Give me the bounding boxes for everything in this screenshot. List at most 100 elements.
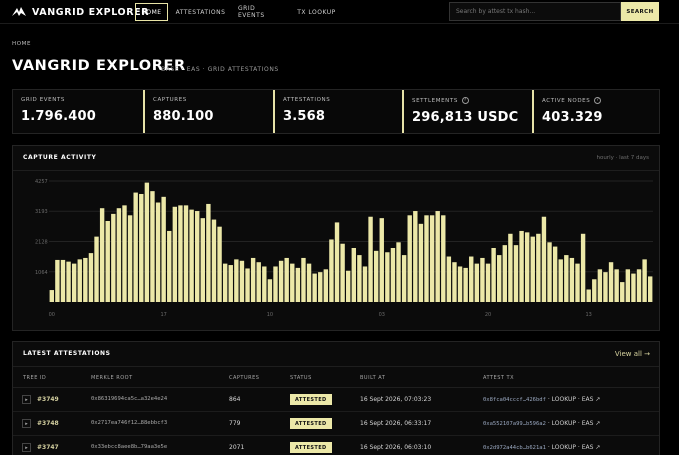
- tx-links[interactable]: · LOOKUP · EAS ↗: [548, 420, 601, 427]
- bar: [234, 259, 239, 302]
- stat-label: ATTESTATIONS: [283, 97, 331, 103]
- bar: [250, 257, 256, 302]
- bar: [312, 273, 317, 302]
- bar: [401, 255, 407, 302]
- stat-value: 296,813 USDC: [412, 110, 519, 125]
- stat-grid-events: GRID EVENTS 1.796.400: [13, 90, 143, 133]
- bar: [608, 262, 614, 302]
- bar: [429, 215, 435, 302]
- stat-label: ACTIVE NODES: [542, 97, 591, 104]
- bar: [463, 267, 468, 302]
- captures: 2071: [229, 444, 245, 451]
- bar: [457, 266, 463, 302]
- bar: [262, 266, 267, 302]
- bar: [636, 269, 642, 302]
- bar: [362, 266, 368, 302]
- latest-attestations-panel: LATEST ATTESTATIONS View all → TREE ID M…: [12, 341, 660, 455]
- breadcrumb[interactable]: HOME: [12, 41, 31, 47]
- bar: [94, 236, 99, 302]
- top-nav: VANGRID EXPLORER HOME ATTESTATIONS GRID …: [0, 0, 679, 24]
- bar: [340, 243, 345, 302]
- bar: [217, 226, 222, 302]
- tab-grid-events[interactable]: GRID EVENTS: [238, 3, 284, 21]
- bar: [211, 219, 217, 302]
- tab-attestations[interactable]: ATTESTATIONS: [176, 3, 225, 21]
- bar: [111, 213, 116, 302]
- info-icon[interactable]: ?: [594, 97, 602, 104]
- bar: [222, 263, 228, 302]
- bar: [189, 209, 194, 302]
- tab-tx-lookup[interactable]: TX LOOKUP: [297, 3, 336, 21]
- bar: [55, 259, 60, 302]
- bar: [323, 269, 329, 302]
- table-row[interactable]: ▸ #3748 0x2717ea746f12…88ebbcf3 779 ATTE…: [13, 412, 659, 436]
- tx-hash[interactable]: 0xa552107a99…b596a2: [483, 421, 546, 427]
- search-input[interactable]: [449, 2, 621, 21]
- tree-id[interactable]: #3749: [37, 396, 59, 403]
- tab-home[interactable]: HOME: [135, 3, 168, 21]
- capture-activity-panel: CAPTURE ACTIVITY hourly · last 7 days 42…: [12, 145, 660, 331]
- bar: [133, 192, 138, 302]
- bar: [390, 247, 396, 302]
- stat-captures: CAPTURES 880.100: [143, 90, 273, 133]
- page-subtitle: BASE · EAS · GRID ATTESTATIONS: [161, 66, 279, 73]
- bar: [620, 282, 625, 302]
- bar: [631, 273, 636, 302]
- bar: [346, 270, 351, 302]
- bar: [368, 216, 373, 302]
- bar: [334, 222, 340, 302]
- x-tick-label: 20: [485, 312, 491, 318]
- bar: [88, 253, 94, 302]
- info-icon[interactable]: ?: [461, 97, 469, 104]
- tx-links[interactable]: · LOOKUP · EAS ↗: [548, 396, 601, 403]
- bar: [524, 232, 530, 302]
- bar: [239, 260, 245, 302]
- bar: [580, 233, 586, 302]
- bar: [290, 263, 295, 302]
- captures: 779: [229, 420, 241, 427]
- built-at: 16 Sept 2026, 07:03:23: [360, 396, 432, 403]
- bar: [552, 246, 558, 302]
- stat-value: 3.568: [283, 109, 326, 124]
- bar: [418, 223, 424, 302]
- bar: [547, 242, 552, 302]
- expand-icon[interactable]: ▸: [22, 443, 31, 452]
- tx-hash[interactable]: 0x2d972a44cb…b621a1: [483, 445, 546, 451]
- bar: [558, 259, 563, 302]
- bar: [256, 262, 261, 302]
- bar: [575, 263, 580, 302]
- bar: [306, 263, 312, 302]
- logo-text: VANGRID EXPLORER: [32, 6, 150, 18]
- bar: [49, 290, 54, 302]
- stat-label: SETTLEMENTS: [412, 97, 458, 104]
- tree-id[interactable]: #3748: [37, 420, 59, 427]
- built-at: 16 Sept 2026, 06:33:17: [360, 420, 432, 427]
- bar: [357, 255, 362, 302]
- bar: [480, 257, 485, 302]
- bar: [569, 257, 575, 302]
- tx-hash[interactable]: 0x8fca04cccf…426bdf: [483, 397, 546, 403]
- expand-icon[interactable]: ▸: [22, 419, 31, 428]
- table-row[interactable]: ▸ #3747 0x33ebcc8aee8b…79aa3e5e 2071 ATT…: [13, 436, 659, 455]
- bar: [396, 242, 401, 302]
- bar: [513, 245, 519, 302]
- column-header: ATTEST TX: [483, 375, 515, 381]
- table-row[interactable]: ▸ #3749 0x86319694ca5c…a32e4e24 864 ATTE…: [13, 388, 659, 412]
- bar: [161, 196, 166, 302]
- bar: [66, 261, 71, 302]
- stat-attestations: ATTESTATIONS 3.568: [273, 90, 402, 133]
- bar: [497, 255, 502, 302]
- tree-id[interactable]: #3747: [37, 444, 59, 451]
- bar: [200, 218, 205, 302]
- bar: [116, 208, 122, 302]
- tx-links[interactable]: · LOOKUP · EAS ↗: [548, 444, 601, 451]
- view-all-link[interactable]: View all →: [615, 350, 650, 358]
- stat-label: CAPTURES: [153, 97, 187, 103]
- bar: [144, 182, 150, 302]
- bar: [83, 257, 88, 302]
- logo[interactable]: VANGRID EXPLORER: [12, 4, 149, 20]
- search-button[interactable]: SEARCH: [621, 2, 659, 21]
- bar: [385, 252, 390, 302]
- bar: [485, 263, 491, 302]
- expand-icon[interactable]: ▸: [22, 395, 31, 404]
